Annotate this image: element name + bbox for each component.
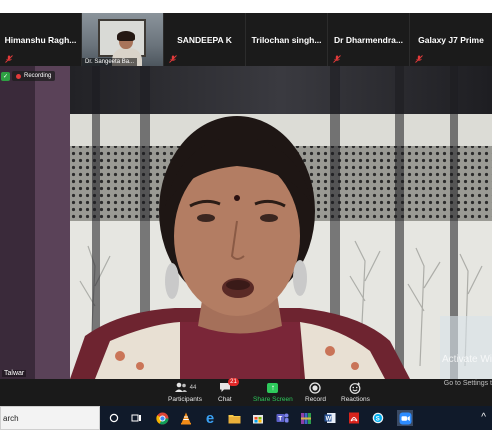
muted-mic-icon bbox=[169, 55, 177, 63]
skype-icon[interactable]: S bbox=[370, 410, 386, 426]
activate-windows-watermark: Activate Wi bbox=[441, 354, 492, 365]
meeting-toolbar: 44 Participants 21 Chat ↑ Share Screen R… bbox=[0, 378, 492, 406]
participant-name: SANDEEPA K bbox=[177, 35, 232, 45]
participant-hair bbox=[117, 31, 135, 41]
recording-indicator[interactable]: ✓ Recording bbox=[1, 71, 56, 81]
winrar-icon[interactable] bbox=[298, 410, 314, 426]
recording-label: Recording bbox=[24, 73, 52, 79]
participant-name: Trilochan singh... bbox=[251, 35, 322, 45]
svg-text:W: W bbox=[326, 416, 332, 422]
svg-text:T: T bbox=[278, 416, 282, 423]
edge-icon[interactable]: e bbox=[202, 410, 218, 426]
share-screen-button[interactable]: ↑ Share Screen bbox=[253, 381, 293, 405]
record-icon bbox=[309, 381, 322, 394]
search-box-text: arch bbox=[3, 414, 19, 423]
reactions-label: Reactions bbox=[341, 396, 370, 403]
record-label: Record bbox=[305, 396, 326, 403]
participant-name: Galaxy J7 Prime bbox=[418, 35, 484, 45]
record-button[interactable]: Record bbox=[305, 381, 326, 405]
teams-icon[interactable]: T bbox=[274, 410, 290, 426]
participants-icon bbox=[174, 382, 187, 392]
chat-unread-badge: 21 bbox=[228, 378, 239, 386]
chrome-icon[interactable] bbox=[154, 410, 170, 426]
vlc-icon[interactable] bbox=[178, 410, 194, 426]
muted-mic-icon bbox=[333, 55, 341, 63]
participant-tile[interactable]: Himanshu Ragh... bbox=[0, 13, 82, 66]
speaker-video-frame bbox=[0, 66, 492, 379]
participants-count: 44 bbox=[189, 384, 197, 391]
file-explorer-icon[interactable] bbox=[226, 410, 242, 426]
acrobat-icon[interactable] bbox=[346, 410, 362, 426]
share-screen-icon: ↑ bbox=[267, 382, 279, 393]
task-view-icon[interactable] bbox=[128, 410, 144, 426]
participant-name: Dr Dharmendra... bbox=[334, 35, 403, 45]
speaker-name-label: Talwar bbox=[2, 370, 27, 377]
muted-mic-icon bbox=[415, 55, 423, 63]
activate-windows-subtext: Go to Settings t bbox=[443, 380, 492, 387]
zoom-meeting-window: Himanshu Ragh... Dr. Sangeeta Ba... SAND… bbox=[0, 0, 492, 430]
cortana-icon[interactable] bbox=[106, 410, 122, 426]
participant-name: Dr. Sangeeta Ba... bbox=[82, 58, 138, 66]
reactions-button[interactable]: Reactions bbox=[341, 381, 370, 405]
share-screen-label: Share Screen bbox=[253, 396, 293, 403]
participants-label: Participants bbox=[168, 396, 202, 403]
svg-text:S: S bbox=[376, 416, 380, 422]
participant-tile[interactable]: Galaxy J7 Prime bbox=[410, 13, 492, 66]
participant-gallery-strip: Himanshu Ragh... Dr. Sangeeta Ba... SAND… bbox=[0, 13, 492, 66]
chat-label: Chat bbox=[218, 396, 232, 403]
chat-button[interactable]: 21 Chat bbox=[218, 378, 239, 405]
security-shield-icon: ✓ bbox=[1, 71, 10, 81]
muted-mic-icon bbox=[5, 55, 13, 63]
store-icon[interactable] bbox=[250, 410, 266, 426]
participant-tile[interactable]: Dr Dharmendra... bbox=[328, 13, 410, 66]
recording-pill: Recording bbox=[12, 71, 56, 81]
participant-tile[interactable]: SANDEEPA K bbox=[164, 13, 246, 66]
participants-button[interactable]: 44 Participants bbox=[168, 381, 202, 405]
active-speaker-video[interactable]: ✓ Recording Talwar Activate Wi bbox=[0, 66, 492, 379]
participant-tile-video[interactable]: Dr. Sangeeta Ba... bbox=[82, 13, 164, 66]
zoom-icon[interactable] bbox=[397, 410, 413, 426]
windows-taskbar: arch e T W S ^ bbox=[0, 406, 492, 430]
chevron-up-icon[interactable]: ^ bbox=[481, 412, 486, 423]
taskbar-search-box[interactable]: arch bbox=[0, 406, 100, 430]
recording-dot-icon bbox=[16, 73, 21, 79]
participant-name: Himanshu Ragh... bbox=[4, 35, 77, 45]
word-icon[interactable]: W bbox=[322, 410, 338, 426]
reactions-smiley-icon bbox=[350, 382, 361, 394]
participant-tile[interactable]: Trilochan singh... bbox=[246, 13, 328, 66]
